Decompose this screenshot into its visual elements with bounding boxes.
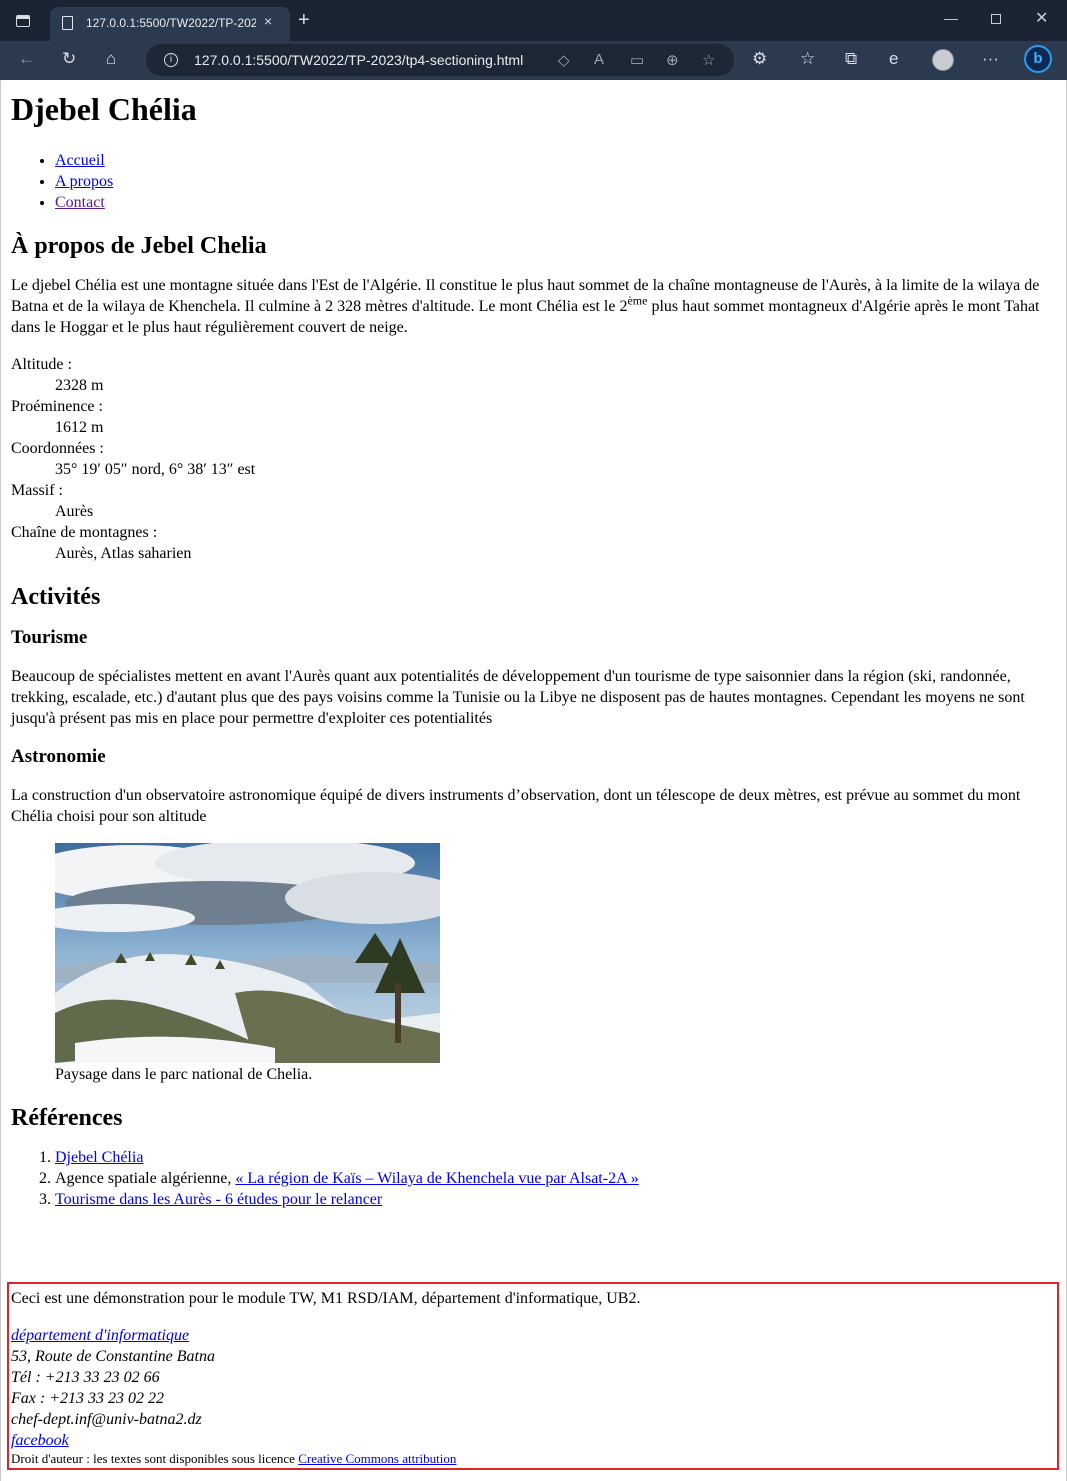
facts-list: Altitude : 2328 m Proéminence : 1612 m C… bbox=[11, 354, 1056, 564]
page-icon bbox=[62, 16, 73, 30]
phone-number: Tél : +213 33 23 02 66 bbox=[11, 1369, 160, 1386]
nav-link-accueil[interactable]: Accueil bbox=[55, 152, 105, 169]
reference-item: Agence spatiale algérienne, « La région … bbox=[55, 1168, 1056, 1189]
maximize-button[interactable] bbox=[991, 14, 1001, 24]
copyright-text: Droit d'auteur : les textes sont disponi… bbox=[11, 1451, 299, 1466]
reference-link[interactable]: Tourisme dans les Aurès - 6 études pour … bbox=[55, 1191, 382, 1208]
profile-avatar[interactable] bbox=[932, 49, 954, 71]
refresh-icon[interactable]: ↻ bbox=[62, 49, 76, 69]
email-address: chef-dept.inf@univ-batna2.dz bbox=[11, 1411, 202, 1428]
ie-mode-icon[interactable]: e bbox=[889, 49, 898, 69]
zoom-icon[interactable]: ⊕ bbox=[666, 51, 679, 69]
extensions-icon[interactable]: ⚙ bbox=[752, 49, 767, 69]
collections-icon[interactable]: ⧉ bbox=[845, 49, 857, 69]
nav-item: A propos bbox=[55, 171, 1056, 192]
tag-icon[interactable]: ◇ bbox=[558, 51, 570, 69]
footer-demo-text: Ceci est une démonstration pour le modul… bbox=[11, 1290, 641, 1307]
copyright-line: Droit d'auteur : les textes sont disponi… bbox=[11, 1451, 1055, 1467]
tab-title: 127.0.0.1:5500/TW2022/TP-2023 bbox=[86, 16, 256, 30]
fact-term: Chaîne de montagnes : bbox=[11, 524, 158, 541]
nav-item: Accueil bbox=[55, 150, 1056, 171]
landscape-photo bbox=[55, 843, 440, 1063]
nav-link-contact[interactable]: Contact bbox=[55, 194, 105, 211]
references-heading: Références bbox=[11, 1105, 123, 1131]
back-arrow-icon[interactable]: ← bbox=[18, 49, 35, 69]
bing-icon[interactable]: b bbox=[1024, 45, 1052, 73]
page-footer: Ceci est une démonstration pour le modul… bbox=[7, 1282, 1059, 1470]
url-text[interactable]: 127.0.0.1:5500/TW2022/TP-2023/tp4-sectio… bbox=[194, 52, 523, 68]
street-address: 53, Route de Constantine Batna bbox=[11, 1348, 215, 1365]
close-window-button[interactable]: ✕ bbox=[1035, 8, 1048, 28]
fact-value: 35° 19′ 05″ nord, 6° 38′ 13″ est bbox=[55, 461, 256, 478]
page-title: Djebel Chélia bbox=[11, 91, 197, 127]
home-icon[interactable]: ⌂ bbox=[106, 49, 116, 69]
more-menu-icon[interactable]: ··· bbox=[982, 49, 999, 69]
new-tab-button[interactable]: + bbox=[298, 10, 310, 30]
page-viewport: Djebel Chélia Accueil A propos Contact À… bbox=[0, 80, 1067, 1481]
facebook-link[interactable]: facebook bbox=[11, 1432, 69, 1449]
fact-term: Proéminence : bbox=[11, 398, 103, 415]
fact-term: Massif : bbox=[11, 482, 63, 499]
read-aloud-icon[interactable]: A bbox=[594, 51, 604, 68]
fact-value: Aurès, Atlas saharien bbox=[55, 545, 192, 562]
contact-address: département d'informatique 53, Route de … bbox=[11, 1325, 1055, 1451]
references-list: Djebel Chélia Agence spatiale algérienne… bbox=[11, 1147, 1056, 1210]
about-heading: À propos de Jebel Chelia bbox=[11, 233, 267, 259]
nav-item: Contact bbox=[55, 192, 1056, 213]
department-link[interactable]: département d'informatique bbox=[11, 1327, 189, 1344]
tourism-heading: Tourisme bbox=[11, 627, 88, 648]
fact-value: 1612 m bbox=[55, 419, 104, 436]
reference-item: Tourisme dans les Aurès - 6 études pour … bbox=[55, 1189, 1056, 1210]
fact-value: 2328 m bbox=[55, 377, 104, 394]
reference-link[interactable]: « La région de Kaïs – Wilaya de Khenchel… bbox=[235, 1170, 638, 1187]
reference-text: Agence spatiale algérienne, bbox=[55, 1170, 236, 1187]
fact-term: Coordonnées : bbox=[11, 440, 104, 457]
tab-actions-icon[interactable] bbox=[16, 15, 30, 27]
astronomy-paragraph: La construction d'un observatoire astron… bbox=[11, 787, 1021, 825]
license-link[interactable]: Creative Commons attribution bbox=[298, 1451, 456, 1466]
activities-heading: Activités bbox=[11, 584, 101, 610]
astronomy-heading: Astronomie bbox=[11, 746, 106, 767]
toolbar: ← ↻ ⌂ i 127.0.0.1:5500/TW2022/TP-2023/tp… bbox=[0, 41, 1067, 80]
add-favorite-icon[interactable]: ☆ bbox=[702, 51, 715, 69]
tab-bar: 127.0.0.1:5500/TW2022/TP-2023 × + — ✕ bbox=[0, 0, 1067, 41]
about-paragraph: Le djebel Chélia est une montagne située… bbox=[11, 275, 1056, 338]
browser-chrome: 127.0.0.1:5500/TW2022/TP-2023 × + — ✕ ← … bbox=[0, 0, 1067, 80]
reference-item: Djebel Chélia bbox=[55, 1147, 1056, 1168]
site-info-icon[interactable]: i bbox=[164, 53, 178, 67]
landscape-figure: Paysage dans le parc national de Chelia. bbox=[55, 843, 1056, 1085]
immersive-reader-icon[interactable]: ▭ bbox=[630, 51, 644, 69]
address-bar[interactable]: i 127.0.0.1:5500/TW2022/TP-2023/tp4-sect… bbox=[146, 44, 734, 76]
figure-caption: Paysage dans le parc national de Chelia. bbox=[55, 1066, 313, 1083]
fact-term: Altitude : bbox=[11, 356, 72, 373]
nav-link-a-propos[interactable]: A propos bbox=[55, 173, 113, 190]
reference-link[interactable]: Djebel Chélia bbox=[55, 1149, 143, 1166]
fax-number: Fax : +213 33 23 02 22 bbox=[11, 1390, 164, 1407]
favorites-icon[interactable]: ☆ bbox=[800, 49, 815, 69]
main-nav: Accueil A propos Contact bbox=[11, 150, 1056, 213]
superscript: ème bbox=[627, 293, 648, 308]
fact-value: Aurès bbox=[55, 503, 94, 520]
close-tab-icon[interactable]: × bbox=[264, 13, 272, 29]
tourism-paragraph: Beaucoup de spécialistes mettent en avan… bbox=[11, 668, 1025, 727]
active-tab[interactable]: 127.0.0.1:5500/TW2022/TP-2023 × bbox=[50, 7, 290, 41]
minimize-button[interactable]: — bbox=[944, 10, 958, 26]
